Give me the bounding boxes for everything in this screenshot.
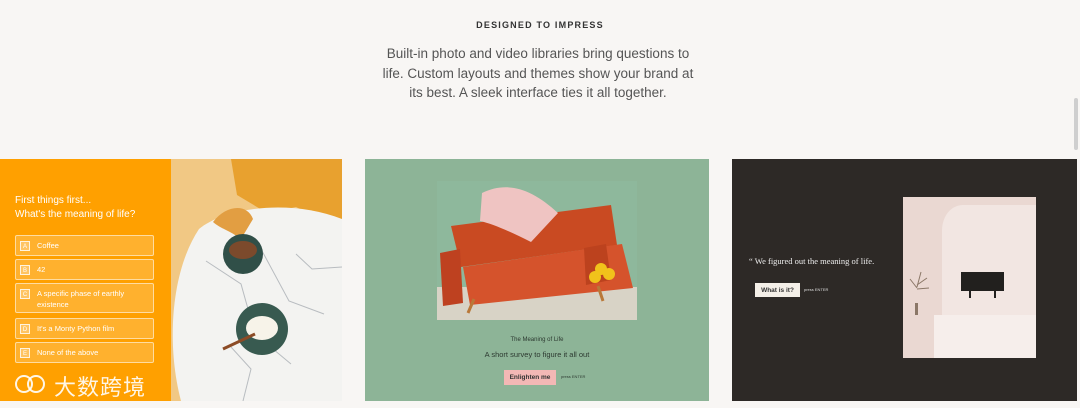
survey-subtitle: A short survey to figure it all out <box>484 350 590 359</box>
keyboard-hint: press ENTER <box>561 374 586 379</box>
option-label: 42 <box>37 265 46 274</box>
answer-option[interactable]: D It's a Monty Python film <box>15 318 154 339</box>
option-label: It's a Monty Python film <box>37 324 115 333</box>
option-label: Coffee <box>37 241 59 250</box>
answer-option[interactable]: B 42 <box>15 259 154 280</box>
option-key-d: D <box>20 324 30 334</box>
watermark-logo: 大数跨境 <box>8 372 148 402</box>
watermark-logo-icon: 大数跨境 <box>15 375 146 401</box>
option-key-a: A <box>20 241 30 251</box>
quote-text: “ We figured out the meaning of life. <box>749 256 875 266</box>
option-label: None of the above <box>37 348 99 357</box>
coffee-photo-illustration <box>171 159 342 401</box>
enlighten-me-button[interactable]: Enlighten me <box>504 370 556 385</box>
sofa-photo <box>437 181 637 320</box>
section-intro: Built-in photo and video libraries bring… <box>382 46 694 100</box>
welcome-preview-card[interactable]: “ We figured out the meaning of life. Wh… <box>732 159 1077 401</box>
option-key-b: B <box>20 265 30 275</box>
quiz-panel: First things first... What's the meaning… <box>0 159 171 401</box>
quiz-question: First things first... What's the meaning… <box>15 195 136 220</box>
what-is-it-button[interactable]: What is it? <box>755 283 800 297</box>
survey-title: The Meaning of Life <box>510 337 564 343</box>
page-scrollbar[interactable] <box>1074 98 1078 150</box>
sofa-illustration <box>437 181 637 320</box>
keyboard-hint: press ENTER <box>804 287 829 292</box>
survey-preview-card[interactable]: The Meaning of Life A short survey to fi… <box>365 159 709 401</box>
quiz-preview-card[interactable]: First things first... What's the meaning… <box>0 159 342 401</box>
section-eyebrow: DESIGNED TO IMPRESS <box>476 20 604 30</box>
option-key-e: E <box>20 348 30 358</box>
answer-option[interactable]: C A specific phase of earthly existence <box>15 283 154 313</box>
room-illustration <box>903 197 1036 358</box>
answer-option[interactable]: A Coffee <box>15 235 154 256</box>
answer-option[interactable]: E None of the above <box>15 342 154 363</box>
option-label: A specific phase of earthly existence <box>37 289 125 309</box>
option-key-c: C <box>20 289 30 299</box>
watermark-text: 大数跨境 <box>54 376 146 401</box>
room-photo <box>903 197 1036 358</box>
coffee-photo <box>171 159 342 401</box>
